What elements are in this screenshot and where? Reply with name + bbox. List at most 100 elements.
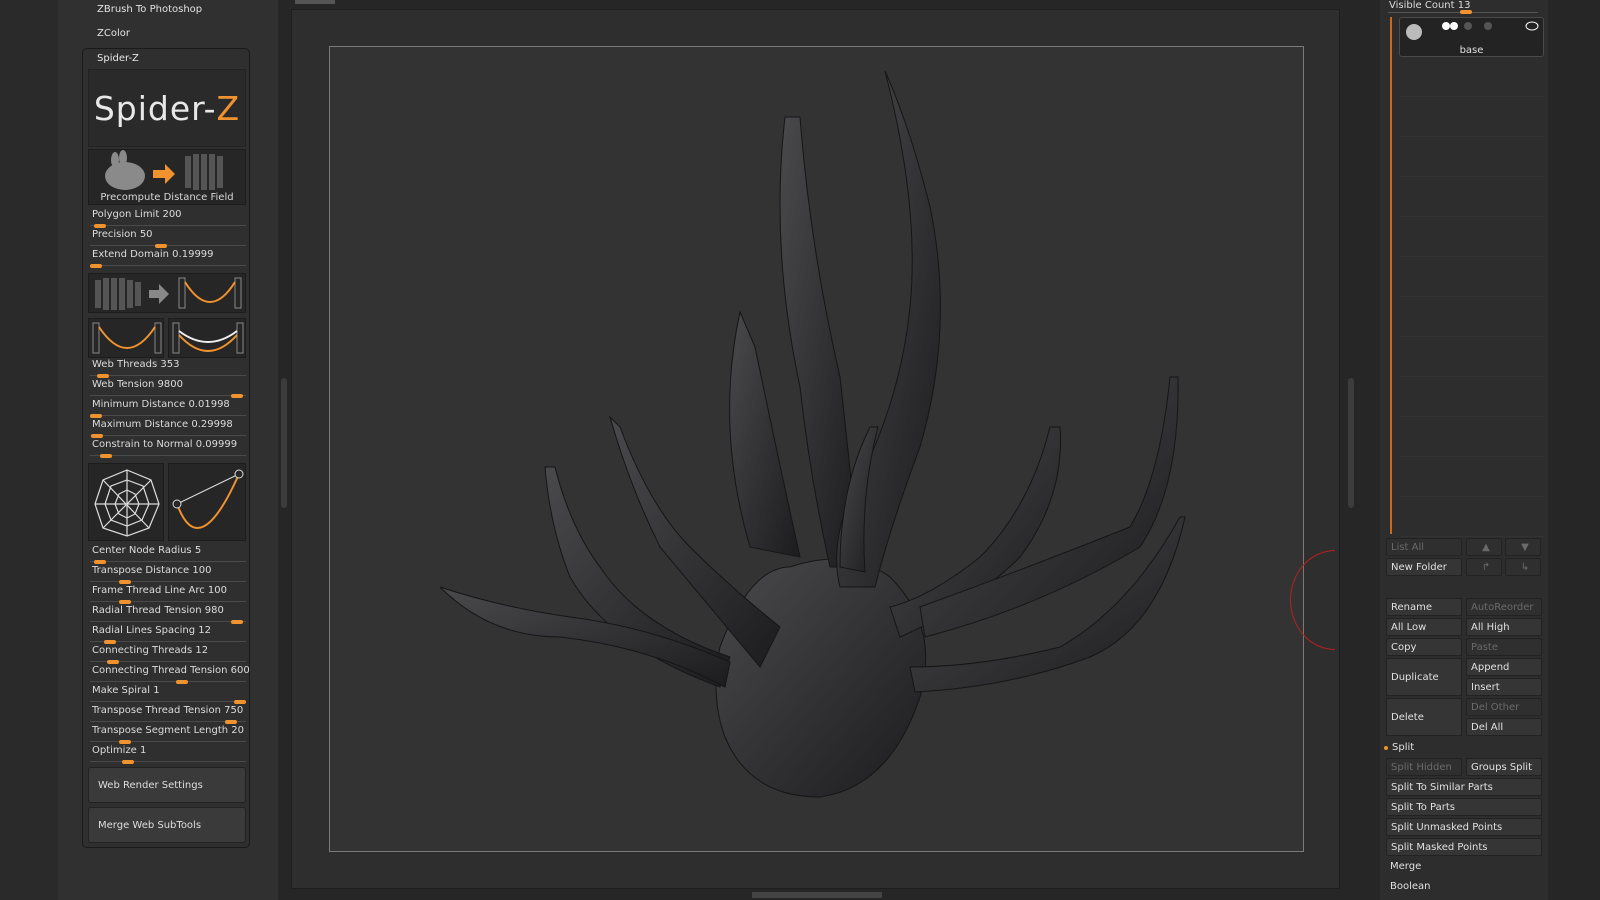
slider-track	[90, 245, 246, 246]
spiderz-title[interactable]: Spider-Z	[97, 53, 139, 64]
slider-knob[interactable]	[122, 760, 134, 764]
field-to-web-button[interactable]	[88, 273, 246, 313]
bottom-tray-handle[interactable]	[752, 892, 882, 898]
slider-frame-thread-line-arc[interactable]: Frame Thread Line Arc 100	[90, 584, 246, 604]
slider-track	[90, 721, 246, 722]
del-other-button[interactable]: Del Other	[1466, 698, 1542, 716]
split-masked-points-button[interactable]: Split Masked Points	[1386, 838, 1542, 856]
slider-label: Radial Thread Tension 980	[92, 605, 224, 616]
merge-web-subtools-button[interactable]: Merge Web SubTools	[88, 807, 246, 843]
autoreorder-button[interactable]: AutoReorder	[1466, 598, 1542, 616]
arrow-right-down-button[interactable]: ↳	[1505, 558, 1541, 576]
subtool-item-base[interactable]: base	[1399, 17, 1544, 57]
document-tab[interactable]	[295, 0, 335, 4]
merge-section-header[interactable]: Merge	[1390, 861, 1421, 872]
split-unmasked-points-button[interactable]: Split Unmasked Points	[1386, 818, 1542, 836]
slider-track	[90, 375, 246, 376]
slider-track	[90, 741, 246, 742]
web-render-settings-button[interactable]: Web Render Settings	[88, 767, 246, 803]
slider-polygon-limit[interactable]: Polygon Limit 200	[90, 208, 246, 228]
slider-label: Constrain to Normal 0.09999	[92, 439, 238, 450]
slider-track	[90, 701, 246, 702]
spider-web-button[interactable]	[88, 463, 164, 541]
list-all-button[interactable]: List All	[1386, 538, 1462, 556]
insert-button[interactable]: Insert	[1466, 678, 1542, 696]
slider-label: Connecting Threads 12	[92, 645, 209, 656]
precompute-distance-field-button[interactable]: Precompute Distance Field	[88, 149, 246, 205]
move-down-button[interactable]: ▼	[1505, 538, 1541, 556]
slider-label: Extend Domain 0.19999	[92, 249, 214, 260]
logo-accent-text: Z	[216, 88, 241, 128]
slider-transpose-thread-tension[interactable]: Transpose Thread Tension 750	[90, 704, 246, 724]
split-hidden-button[interactable]: Split Hidden	[1386, 758, 1462, 776]
subtool-slot-divider	[1400, 136, 1544, 137]
slider-radial-thread-tension[interactable]: Radial Thread Tension 980	[90, 604, 246, 624]
copy-button[interactable]: Copy	[1386, 638, 1462, 656]
zbrush-window: ZBrush To Photoshop ZColor Spider-Z Spid…	[0, 0, 1600, 900]
all-low-button[interactable]: All Low	[1386, 618, 1462, 636]
split-to-parts-button[interactable]: Split To Parts	[1386, 798, 1542, 816]
visible-count-knob[interactable]	[1460, 10, 1472, 14]
slider-maximum-distance[interactable]: Maximum Distance 0.29998	[90, 418, 246, 438]
right-gutter	[1548, 0, 1600, 900]
slider-center-node-radius[interactable]: Center Node Radius 5	[90, 544, 246, 564]
duplicate-button[interactable]: Duplicate	[1386, 658, 1462, 696]
subtool-slot-divider	[1400, 176, 1544, 177]
slider-minimum-distance[interactable]: Minimum Distance 0.01998	[90, 398, 246, 418]
append-button[interactable]: Append	[1466, 658, 1542, 676]
slider-constrain-to-normal[interactable]: Constrain to Normal 0.09999	[90, 438, 246, 458]
rename-button[interactable]: Rename	[1386, 598, 1462, 616]
groups-split-button[interactable]: Groups Split	[1466, 758, 1542, 776]
slider-track	[90, 225, 246, 226]
del-all-button[interactable]: Del All	[1466, 718, 1542, 736]
split-section-header[interactable]: Split	[1392, 742, 1414, 753]
spider-web-icon	[94, 469, 160, 537]
slider-optimize[interactable]: Optimize 1	[90, 744, 246, 764]
menu-zbrush-to-photoshop[interactable]: ZBrush To Photoshop	[97, 4, 202, 15]
slider-transpose-segment-length[interactable]: Transpose Segment Length 20	[90, 724, 246, 744]
web-curve-orange-button[interactable]	[88, 318, 164, 358]
all-high-button[interactable]: All High	[1466, 618, 1542, 636]
right-tray-handle[interactable]	[1348, 378, 1354, 508]
slider-knob[interactable]	[90, 264, 102, 268]
slider-connecting-thread-tension[interactable]: Connecting Thread Tension 600	[90, 664, 250, 684]
split-to-similar-parts-button[interactable]: Split To Similar Parts	[1386, 778, 1542, 796]
paste-button[interactable]: Paste	[1466, 638, 1542, 656]
visible-count-slider[interactable]: Visible Count 13	[1389, 0, 1470, 11]
slider-radial-lines-spacing[interactable]: Radial Lines Spacing 12	[90, 624, 246, 644]
web-curve-white-icon	[172, 322, 244, 354]
slider-web-tension[interactable]: Web Tension 9800	[90, 378, 246, 398]
new-folder-button[interactable]: New Folder	[1386, 558, 1462, 576]
subtool-slot-divider	[1400, 496, 1544, 497]
slider-precision[interactable]: Precision 50	[90, 228, 246, 248]
delete-button[interactable]: Delete	[1386, 698, 1462, 736]
transpose-arc-button[interactable]	[168, 463, 246, 541]
slider-make-spiral[interactable]: Make Spiral 1	[90, 684, 246, 704]
slider-track	[90, 435, 246, 436]
slider-track	[90, 561, 246, 562]
slider-label: Web Tension 9800	[92, 379, 183, 390]
slider-extend-domain[interactable]: Extend Domain 0.19999	[90, 248, 246, 268]
menu-zcolor[interactable]: ZColor	[97, 28, 130, 39]
slider-knob[interactable]	[100, 454, 112, 458]
move-up-button[interactable]: ▲	[1466, 538, 1502, 556]
slider-label: Radial Lines Spacing 12	[92, 625, 212, 636]
subtool-name: base	[1459, 45, 1484, 56]
left-tray-handle[interactable]	[281, 378, 287, 508]
web-curve-white-button[interactable]	[168, 318, 246, 358]
slider-web-threads[interactable]: Web Threads 353	[90, 358, 246, 378]
subtool-slot-divider	[1400, 536, 1544, 537]
subtool-list-scrollbar[interactable]	[1390, 17, 1392, 534]
visible-count-label: Visible Count	[1389, 0, 1455, 11]
sculpt-mesh	[439, 70, 1186, 798]
slider-track	[90, 681, 246, 682]
logo-main-text: Spider-	[93, 88, 217, 128]
document-canvas[interactable]	[329, 46, 1304, 852]
slider-transpose-distance[interactable]: Transpose Distance 100	[90, 564, 246, 584]
boolean-section-header[interactable]: Boolean	[1390, 881, 1431, 892]
slider-connecting-threads[interactable]: Connecting Threads 12	[90, 644, 246, 664]
visibility-dot-icon	[1442, 22, 1450, 30]
web-curve-icon	[92, 322, 162, 354]
slider-track	[90, 621, 246, 622]
arrow-right-up-button[interactable]: ↱	[1466, 558, 1502, 576]
